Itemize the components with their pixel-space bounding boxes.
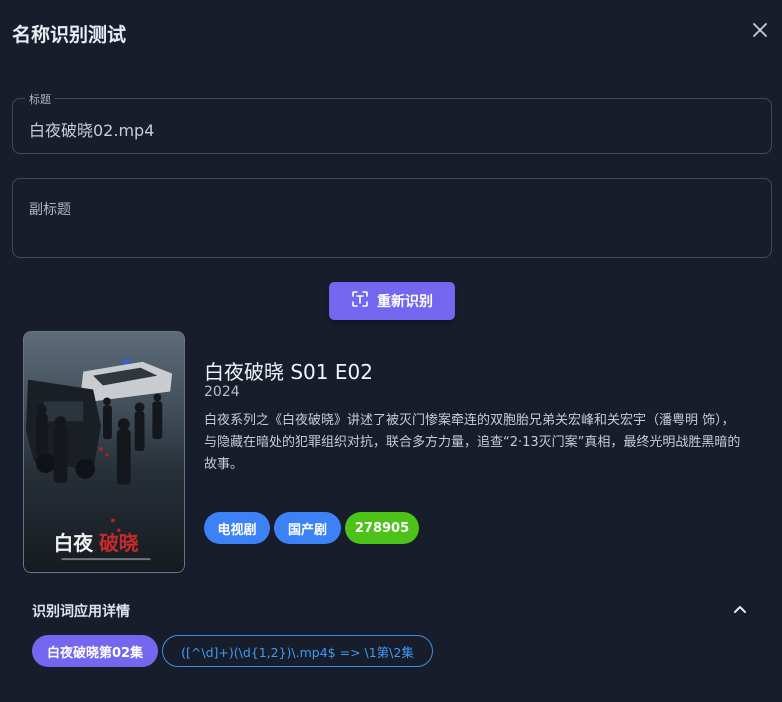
title-field-value[interactable]: 白夜破晓02.mp4: [29, 117, 154, 141]
close-icon[interactable]: [750, 20, 770, 40]
tmdb-id-chip[interactable]: 278905: [345, 512, 419, 544]
title-field-label: 标题: [25, 91, 55, 107]
recognize-button[interactable]: 重新识别: [329, 282, 455, 320]
show-year: 2024: [204, 384, 240, 400]
recognize-button-label: 重新识别: [377, 294, 433, 310]
chevron-up-icon[interactable]: [731, 601, 749, 619]
show-overview: 白夜系列之《白夜破晓》讲述了被灭门惨案牵连的双胞胎兄弟关宏峰和关宏宇（潘粤明 饰…: [204, 413, 741, 472]
category-chip[interactable]: 国产剧: [274, 512, 341, 544]
subtitle-field-label: 副标题: [29, 202, 71, 218]
poster-image: 白夜 破晓: [23, 331, 185, 573]
show-title: 白夜破晓 S01 E02: [204, 360, 373, 384]
title-field[interactable]: 标题 白夜破晓02.mp4: [12, 91, 772, 154]
svg-text:破晓: 破晓: [99, 531, 139, 555]
recognition-test-dialog: 名称识别测试 标题 白夜破晓02.mp4 副标题 重新识别 白夜 破晓 白夜破晓…: [0, 0, 782, 702]
applied-word-chip[interactable]: 白夜破晓第02集: [32, 635, 158, 667]
type-chip[interactable]: 电视剧: [204, 512, 270, 544]
words-section-label: 识别词应用详情: [32, 604, 130, 620]
rule-chip[interactable]: ([^\d]+)(\d{1,2})\.mp4$ => \1第\2集: [162, 635, 433, 667]
text-recognition-icon: [351, 290, 369, 312]
subtitle-field[interactable]: 副标题: [12, 178, 772, 258]
dialog-title: 名称识别测试: [12, 24, 127, 46]
svg-text:白夜: 白夜: [54, 531, 94, 555]
